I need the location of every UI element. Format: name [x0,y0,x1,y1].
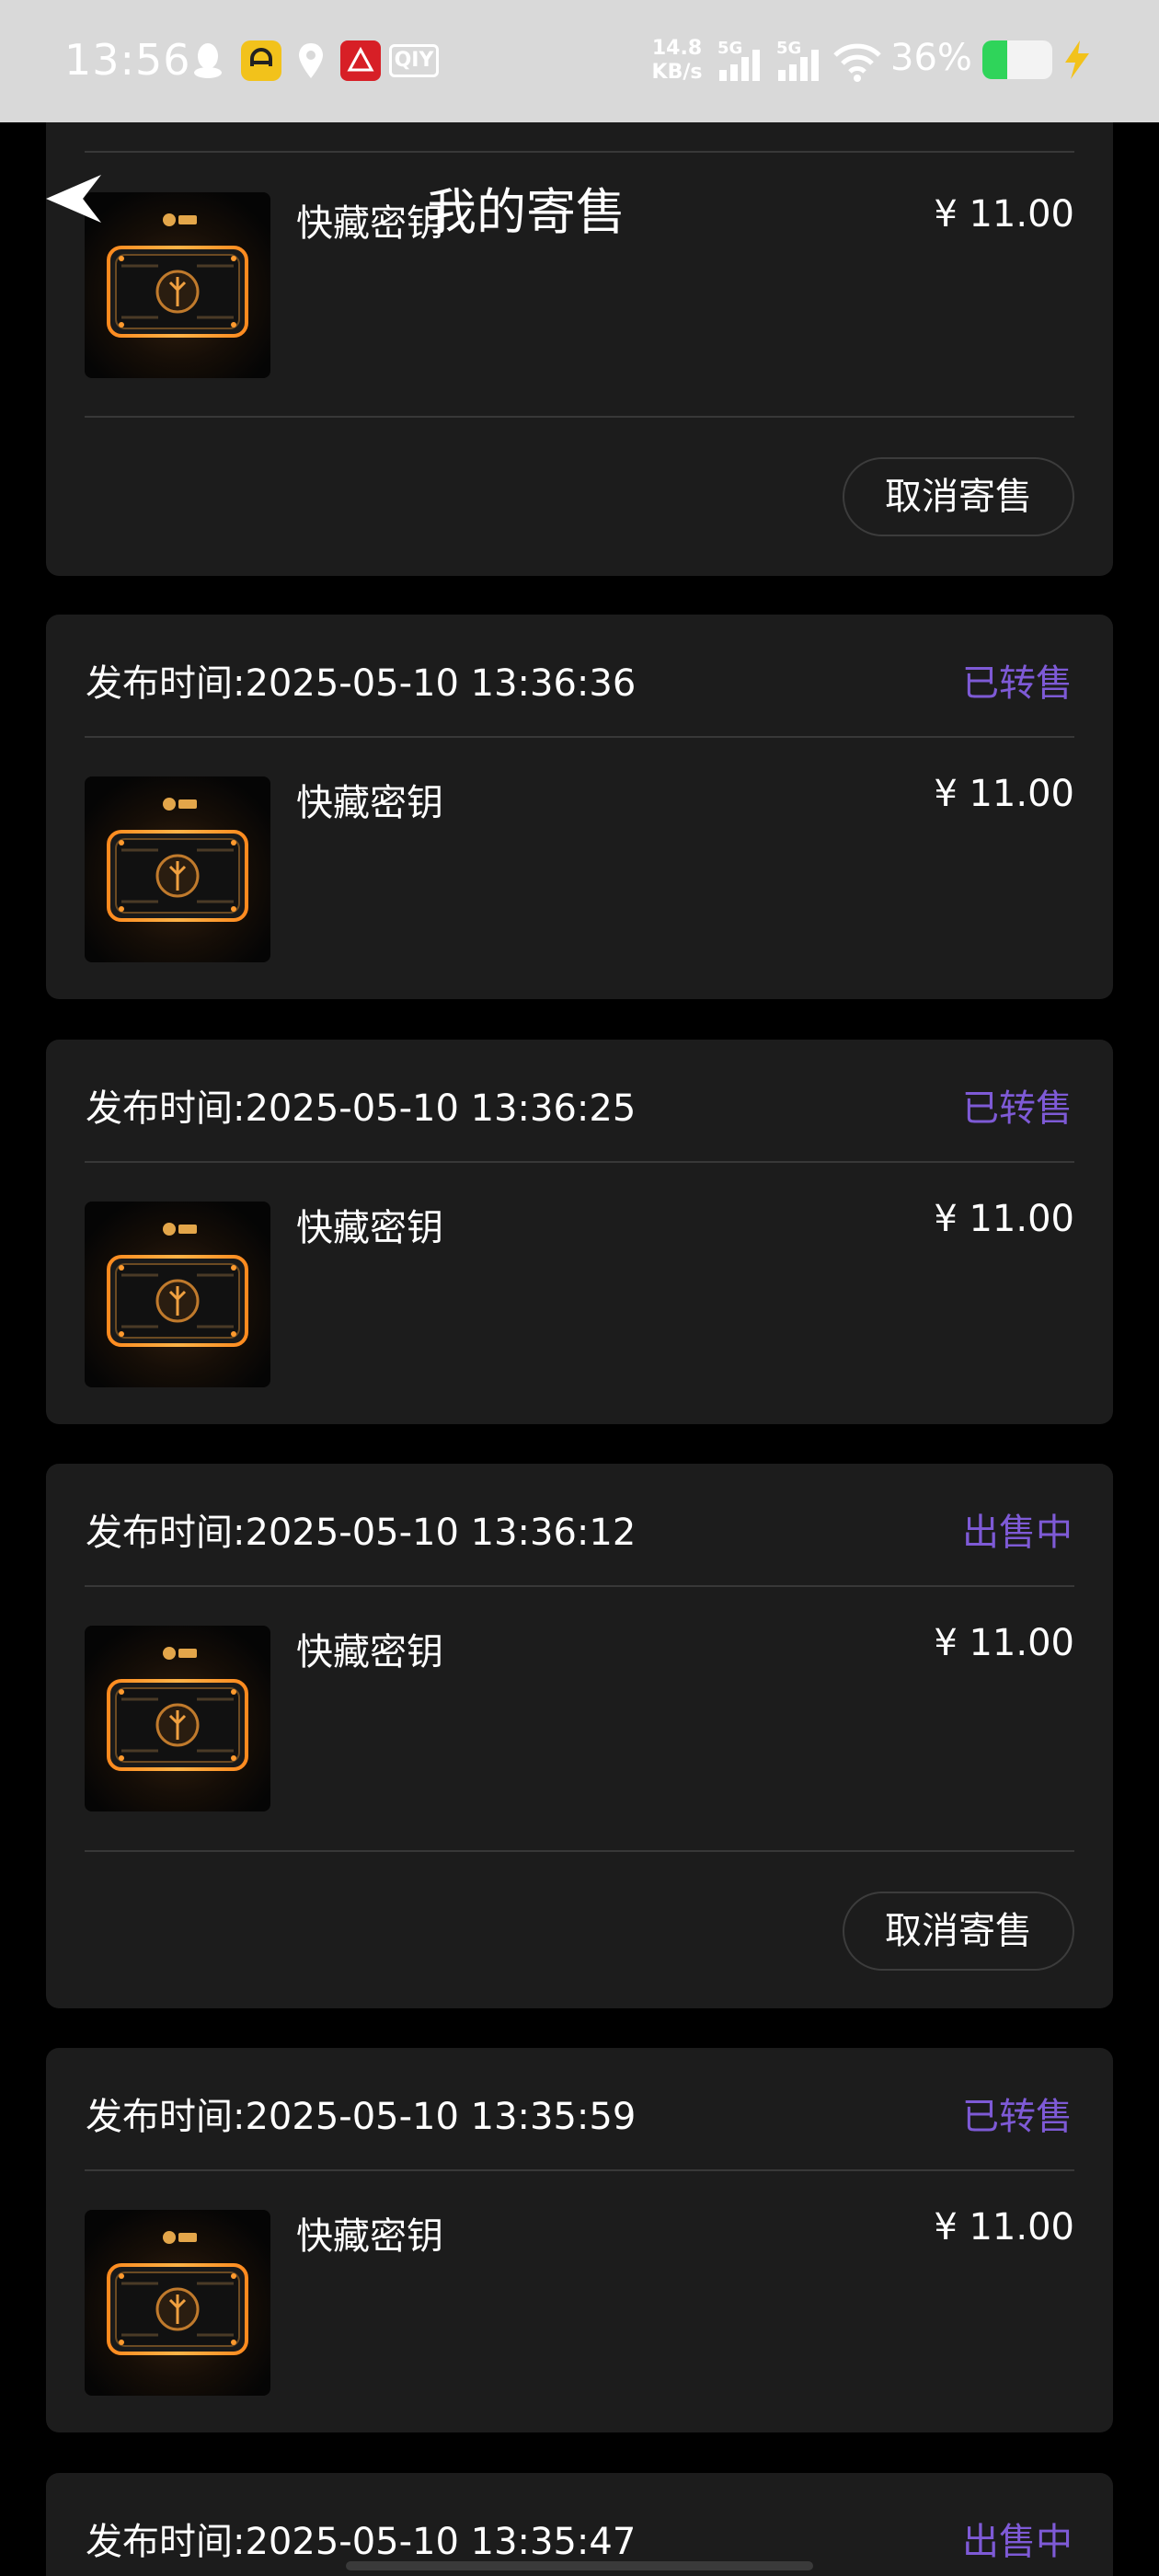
divider [85,2169,1074,2171]
card-header: 发布时间:2025-05-10 13:36:25 已转售 [46,1040,1113,1162]
item-name: 快藏密钥 [296,2215,443,2258]
status-badge: 已转售 [962,662,1073,705]
item-price: ¥ 11.00 [934,1622,1074,1664]
consignment-card: 快藏密钥 ¥ 11.00 取消寄售 [46,92,1113,576]
status-badge: 出售中 [962,1512,1073,1554]
card-header: 发布时间:2025-05-10 13:36:12 出售中 [46,1464,1113,1586]
divider [85,736,1074,738]
key-card-image [85,2210,270,2396]
battery-level [982,40,1008,79]
consignment-card[interactable]: 发布时间:2025-05-10 13:36:25 已转售 快藏密钥 ¥ 11.0… [46,1040,1113,1424]
signal-icon [719,50,760,81]
publish-time: 发布时间:2025-05-10 13:35:59 [86,2096,637,2138]
status-bar: 13:56 QIY 14.8 KB/s 5G 5G 36% [0,0,1159,122]
item-name: 快藏密钥 [296,1631,443,1673]
cancel-consignment-button[interactable]: 取消寄售 [843,1892,1074,1971]
app-icon [340,40,381,81]
item-thumbnail[interactable] [85,1202,270,1387]
key-card-image [85,776,270,962]
publish-time: 发布时间:2025-05-10 13:36:12 [86,1512,637,1554]
card-header: 发布时间:2025-05-10 13:35:59 已转售 [46,2048,1113,2170]
wifi-icon [833,43,881,82]
item-price: ¥ 11.00 [934,773,1074,815]
signal-icon [778,50,819,81]
iqiyi-icon: QIY [388,40,440,81]
map-pin-icon [293,40,329,81]
battery-percent: 36% [890,37,972,79]
qq-icon [189,40,226,81]
publish-time: 发布时间:2025-05-10 13:36:36 [86,662,637,705]
app-icon [241,40,281,81]
item-price: ¥ 11.00 [934,1198,1074,1240]
card-header: 发布时间:2025-05-10 13:36:36 已转售 [46,615,1113,737]
divider [85,151,1074,153]
key-card-image [85,1626,270,1811]
status-badge: 已转售 [962,1087,1073,1130]
divider [85,1850,1074,1852]
consignment-card[interactable]: 发布时间:2025-05-10 13:36:36 已转售 快藏密钥 ¥ 11.0… [46,615,1113,999]
item-thumbnail[interactable] [85,776,270,962]
consignment-card[interactable]: 发布时间:2025-05-10 13:35:59 已转售 快藏密钥 ¥ 11.0… [46,2048,1113,2432]
item-price: ¥ 11.00 [934,2206,1074,2248]
consignment-card[interactable]: 发布时间:2025-05-10 13:36:12 出售中 快藏密钥 ¥ 11.0… [46,1464,1113,2008]
item-thumbnail[interactable] [85,1626,270,1811]
clock: 13:56 [64,35,191,85]
divider [85,1585,1074,1587]
cancel-consignment-button[interactable]: 取消寄售 [843,457,1074,536]
charging-bolt-icon [1065,40,1089,79]
item-thumbnail[interactable] [85,2210,270,2396]
app-screen: 13:56 QIY 14.8 KB/s 5G 5G 36% 我的寄售 快藏密钥 … [0,0,1159,2576]
divider [85,1161,1074,1163]
home-indicator[interactable] [346,2561,813,2570]
divider [85,416,1074,418]
publish-time: 发布时间:2025-05-10 13:35:47 [86,2521,637,2563]
item-name: 快藏密钥 [296,782,443,824]
item-name: 快藏密钥 [296,1207,443,1249]
battery-icon [982,40,1052,79]
status-badge: 出售中 [962,2521,1073,2563]
key-card-image [85,1202,270,1387]
status-badge: 已转售 [962,2096,1073,2138]
page-title: 我的寄售 [427,183,625,241]
publish-time: 发布时间:2025-05-10 13:36:25 [86,1087,637,1130]
network-speed: 14.8 KB/s [651,37,703,84]
